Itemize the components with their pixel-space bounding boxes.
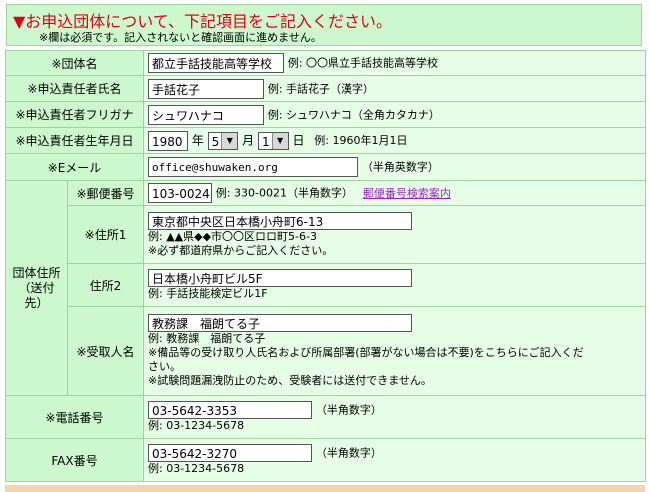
- address-group-label: 団体住所 （送付先）: [5, 180, 68, 396]
- fax-label: FAX番号: [5, 438, 144, 482]
- phone-example: 例: 03-1234-5678: [148, 419, 245, 432]
- rep-kana-input[interactable]: シュワハナコ: [148, 104, 264, 125]
- row-phone: ※電話番号 03-5642-3353 （半角数字） 例: 03-1234-567…: [5, 395, 646, 439]
- email-input[interactable]: office@shuwaken.org: [148, 157, 358, 177]
- row-birthdate: ※申込責任者生年月日 1980 年 5 ▼ 月 1 ▼ 日 例: 1960年1月1日: [5, 127, 646, 154]
- row-fax: FAX番号 03-5642-3270 （半角数字） 例: 03-1234-567…: [5, 438, 646, 482]
- phone-input[interactable]: 03-5642-3353: [148, 401, 312, 419]
- birth-day-value: 1: [261, 134, 270, 149]
- recipient-example: 例: 教務課 福朗てる子: [148, 332, 266, 345]
- required-note: ※欄は必須です。記入されないと確認画面に進めません。: [39, 31, 322, 44]
- recipient-note-2: ※試験問題漏洩防止のため、受験者には送付できません。: [148, 374, 432, 387]
- postal-input[interactable]: 103-0024: [148, 183, 212, 203]
- org-name-example: 例: 〇〇県立手話技能高等学校: [287, 56, 439, 70]
- phone-label: ※電話番号: [5, 395, 144, 439]
- application-form: ▼お申込団体について、下記項目をご記入ください。 ※欄は必須です。記入されないと…: [0, 0, 648, 492]
- row-org-name: ※団体名 都立手話技能高等学校 例: 〇〇県立手話技能高等学校: [5, 50, 646, 76]
- day-unit: 日: [292, 133, 305, 147]
- month-unit: 月: [242, 133, 255, 147]
- address-group-label-1: 団体住所: [12, 265, 61, 280]
- recipient-note-1b: さい。: [148, 360, 181, 373]
- fax-example: 例: 03-1234-5678: [148, 462, 245, 475]
- email-note: （半角英数字）: [361, 160, 439, 174]
- row-rep-kana: ※申込責任者フリガナ シュワハナコ 例: シュワハナコ（全角カタカナ）: [5, 101, 646, 128]
- fax-note: （半角数字）: [315, 446, 382, 460]
- dropdown-arrow-icon: ▼: [221, 132, 238, 149]
- address2-input[interactable]: 日本橋小舟町ビル5F: [148, 269, 412, 287]
- birth-year-input[interactable]: 1980: [148, 130, 188, 151]
- recipient-label: ※受取人名: [67, 306, 144, 396]
- postal-label: ※郵便番号: [67, 180, 144, 206]
- next-section-strip: [5, 485, 645, 492]
- birth-month-value: 5: [211, 134, 220, 149]
- row-email: ※Eメール office@shuwaken.org （半角英数字）: [5, 153, 646, 181]
- rep-name-input[interactable]: 手話花子: [148, 78, 264, 99]
- row-address1: ※住所1 東京都中央区日本橋小舟町6-13 例: ▲▲県◆◆市〇〇区ロロ町5-6…: [6, 205, 646, 264]
- row-recipient: ※受取人名 教務課 福朗てる子 例: 教務課 福朗てる子 ※備品等の受け取り人氏…: [6, 306, 646, 396]
- row-postal: 団体住所 （送付先） ※郵便番号 103-0024 例: 330-0021（半角…: [5, 180, 646, 396]
- org-info-table: ※団体名 都立手話技能高等学校 例: 〇〇県立手話技能高等学校 ※申込責任者氏名…: [5, 50, 646, 482]
- rep-kana-example: 例: シュワハナコ（全角カタカナ）: [267, 108, 440, 121]
- postal-example: 例: 330-0021（半角数字）: [215, 186, 353, 200]
- fax-input[interactable]: 03-5642-3270: [148, 444, 312, 462]
- address-group-label-2: （送付先）: [18, 280, 55, 310]
- recipient-input[interactable]: 教務課 福朗てる子: [148, 314, 412, 332]
- org-name-label: ※団体名: [5, 50, 144, 76]
- address1-example: 例: ▲▲県◆◆市〇〇区ロロ町5-6-3: [148, 229, 317, 243]
- birthdate-label: ※申込責任者生年月日: [5, 127, 144, 154]
- org-name-input[interactable]: 都立手話技能高等学校: [148, 53, 284, 73]
- address2-label: 住所2: [67, 263, 144, 307]
- phone-note: （半角数字）: [315, 403, 382, 417]
- address1-input[interactable]: 東京都中央区日本橋小舟町6-13: [148, 211, 412, 230]
- row-address2: 住所2 日本橋小舟町ビル5F 例: 手話技能検定ビル1F: [6, 263, 646, 307]
- row-rep-name: ※申込責任者氏名 手話花子 例: 手話花子（漢字）: [5, 75, 646, 102]
- address1-label: ※住所1: [67, 205, 144, 264]
- year-unit: 年: [191, 133, 204, 147]
- rep-kana-label: ※申込責任者フリガナ: [5, 101, 144, 128]
- birthdate-example: 例: 1960年1月1日: [314, 134, 408, 147]
- address1-note: ※必ず都道府県からご記入ください。: [148, 243, 334, 257]
- form-section-header: ▼お申込団体について、下記項目をご記入ください。 ※欄は必須です。記入されないと…: [6, 4, 642, 46]
- recipient-note-1: ※備品等の受け取り人氏名および所属部署(部署がない場合は不要)をこちらにご記入く…: [148, 346, 584, 359]
- rep-name-label: ※申込責任者氏名: [5, 75, 144, 102]
- email-label: ※Eメール: [5, 153, 144, 181]
- dropdown-arrow-icon: ▼: [271, 132, 288, 149]
- address2-example: 例: 手話技能検定ビル1F: [148, 287, 268, 300]
- birth-month-select[interactable]: 5 ▼: [207, 131, 239, 150]
- birth-day-select[interactable]: 1 ▼: [257, 131, 289, 150]
- postal-search-link[interactable]: 郵便番号検索案内: [363, 187, 451, 200]
- rep-name-example: 例: 手話花子（漢字）: [267, 82, 375, 95]
